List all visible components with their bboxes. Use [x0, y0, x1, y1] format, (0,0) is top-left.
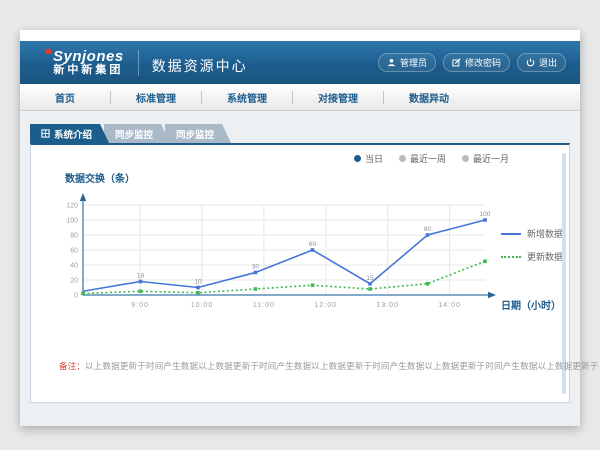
nav-bar: 首页标准管理系统管理对接管理数据异动 [20, 84, 580, 111]
line-chart: 0 20 40 60 80 100 120 9:00 10:00 11:00 12:00 13:00 1… [45, 187, 497, 325]
svg-text:30: 30 [252, 264, 260, 271]
svg-text:10:00: 10:00 [191, 302, 214, 309]
radio-dot-icon [399, 155, 406, 162]
nav-item-2[interactable]: 系统管理 [202, 90, 292, 105]
svg-text:80: 80 [424, 226, 432, 233]
edit-icon [452, 58, 461, 67]
note-label: 备注： [59, 361, 85, 371]
panel-scrollbar[interactable] [562, 153, 566, 394]
nav-item-0[interactable]: 首页 [20, 90, 110, 105]
header-actions: 管理员 修改密码 退出 [378, 53, 566, 72]
legend-item-0[interactable]: 新增数据 [501, 227, 583, 240]
tab-label: 同步监控 [176, 127, 214, 141]
content-area: 系统介绍 同步监控 同步监控 当日 最近一周 最近一月 数据交换（条） 0 20 40 60 8… [20, 111, 580, 426]
svg-text:120: 120 [66, 203, 78, 210]
radio-2[interactable]: 最近一月 [462, 152, 509, 165]
chart-panel: 当日 最近一周 最近一月 数据交换（条） 0 20 40 60 80 100 120 9:00 10… [30, 143, 570, 403]
header-divider [138, 50, 139, 76]
logo: Synjones 新中新集团 [53, 49, 124, 76]
svg-text:11:00: 11:00 [253, 302, 275, 309]
svg-text:40: 40 [70, 263, 78, 270]
app-header: Synjones 新中新集团 数据资源中心 管理员 修改密码 退出 [20, 41, 580, 84]
radio-dot-icon [462, 155, 469, 162]
note-text: 以上数据更新于时间产生数据以上数据更新于时间产生数据以上数据更新于时间产生数据以… [85, 361, 598, 371]
svg-text:20: 20 [70, 278, 78, 285]
legend-label: 新增数据 [527, 227, 563, 240]
svg-text:14:00: 14:00 [438, 302, 461, 309]
radio-dot-icon [354, 155, 361, 162]
legend-item-1[interactable]: 更新数据 [501, 250, 583, 263]
svg-text:13:00: 13:00 [376, 302, 399, 309]
tab-2[interactable]: 同步监控 [165, 124, 231, 143]
chart-legend: 新增数据更新数据 [501, 227, 583, 263]
svg-text:60: 60 [309, 241, 317, 248]
grid-icon [41, 129, 50, 138]
svg-text:15: 15 [366, 275, 374, 282]
radio-0[interactable]: 当日 [354, 152, 383, 165]
footer-note: 备注：以上数据更新于时间产生数据以上数据更新于时间产生数据以上数据更新于时间产生… [59, 360, 598, 372]
header-action-0[interactable]: 管理员 [378, 53, 436, 72]
legend-line-sample [501, 256, 521, 258]
tab-1[interactable]: 同步监控 [104, 124, 170, 143]
radio-1[interactable]: 最近一周 [399, 152, 446, 165]
radio-label: 最近一周 [410, 152, 446, 165]
user-icon [387, 58, 396, 67]
svg-text:0: 0 [74, 293, 78, 300]
radio-label: 当日 [365, 152, 383, 165]
svg-text:12:00: 12:00 [315, 302, 338, 309]
nav-item-1[interactable]: 标准管理 [111, 90, 201, 105]
chart-right-column: 新增数据更新数据 日期（小时） [497, 187, 583, 325]
header-action-label: 退出 [539, 56, 557, 69]
tab-label: 同步监控 [115, 127, 153, 141]
nav-item-4[interactable]: 数据异动 [384, 90, 474, 105]
logo-accent [46, 49, 51, 54]
svg-text:80: 80 [70, 233, 78, 240]
x-axis-title: 日期（小时） [501, 297, 561, 312]
svg-text:100: 100 [66, 218, 78, 225]
svg-text:9:00: 9:00 [131, 302, 149, 309]
chart-row: 0 20 40 60 80 100 120 9:00 10:00 11:00 12:00 13:00 1… [45, 187, 583, 325]
radio-label: 最近一月 [473, 152, 509, 165]
legend-label: 更新数据 [527, 250, 563, 263]
logo-subtext: 新中新集团 [53, 65, 124, 77]
legend-line-sample [501, 233, 521, 235]
logout-icon [526, 58, 535, 67]
range-filter-radios: 当日 最近一周 最近一月 [354, 152, 509, 165]
app-title: 数据资源中心 [152, 56, 248, 76]
tab-0[interactable]: 系统介绍 [30, 124, 109, 143]
logo-text: Synjones [53, 49, 124, 65]
header-action-1[interactable]: 修改密码 [443, 53, 510, 72]
svg-text:100: 100 [480, 211, 491, 218]
tabs-row: 系统介绍 同步监控 同步监控 [30, 124, 580, 143]
header-action-label: 修改密码 [465, 56, 501, 69]
svg-text:60: 60 [70, 248, 78, 255]
nav-item-3[interactable]: 对接管理 [293, 90, 383, 105]
header-action-2[interactable]: 退出 [517, 53, 566, 72]
tab-label: 系统介绍 [54, 127, 92, 141]
app-window: Synjones 新中新集团 数据资源中心 管理员修改密码退出 首页标准管理系统… [20, 30, 580, 426]
svg-text:18: 18 [137, 273, 145, 280]
svg-text:10: 10 [194, 279, 202, 286]
y-axis-title: 数据交换（条） [65, 170, 135, 185]
header-action-label: 管理员 [400, 56, 427, 69]
